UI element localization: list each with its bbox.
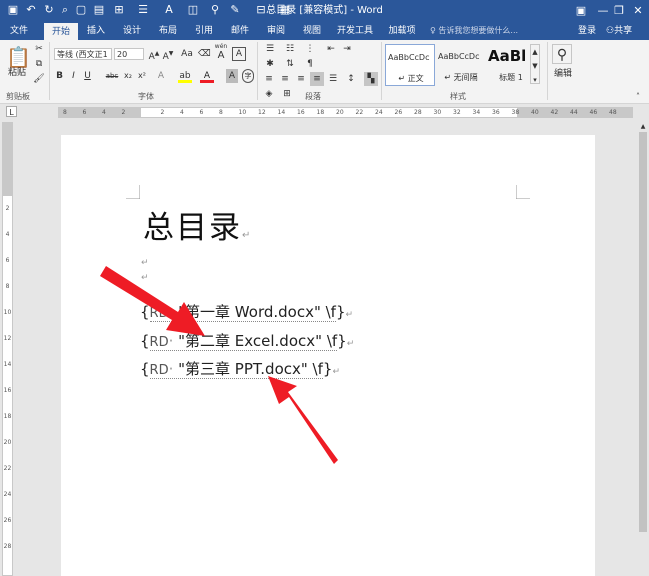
annotation-arrows bbox=[100, 266, 338, 464]
scrollbar-thumb[interactable] bbox=[639, 132, 647, 532]
red-arrow-upper bbox=[100, 266, 205, 336]
scroll-up-icon[interactable]: ▲ bbox=[637, 122, 649, 132]
vertical-scrollbar[interactable]: ▲ bbox=[637, 122, 649, 576]
red-arrow-lower bbox=[268, 376, 338, 464]
